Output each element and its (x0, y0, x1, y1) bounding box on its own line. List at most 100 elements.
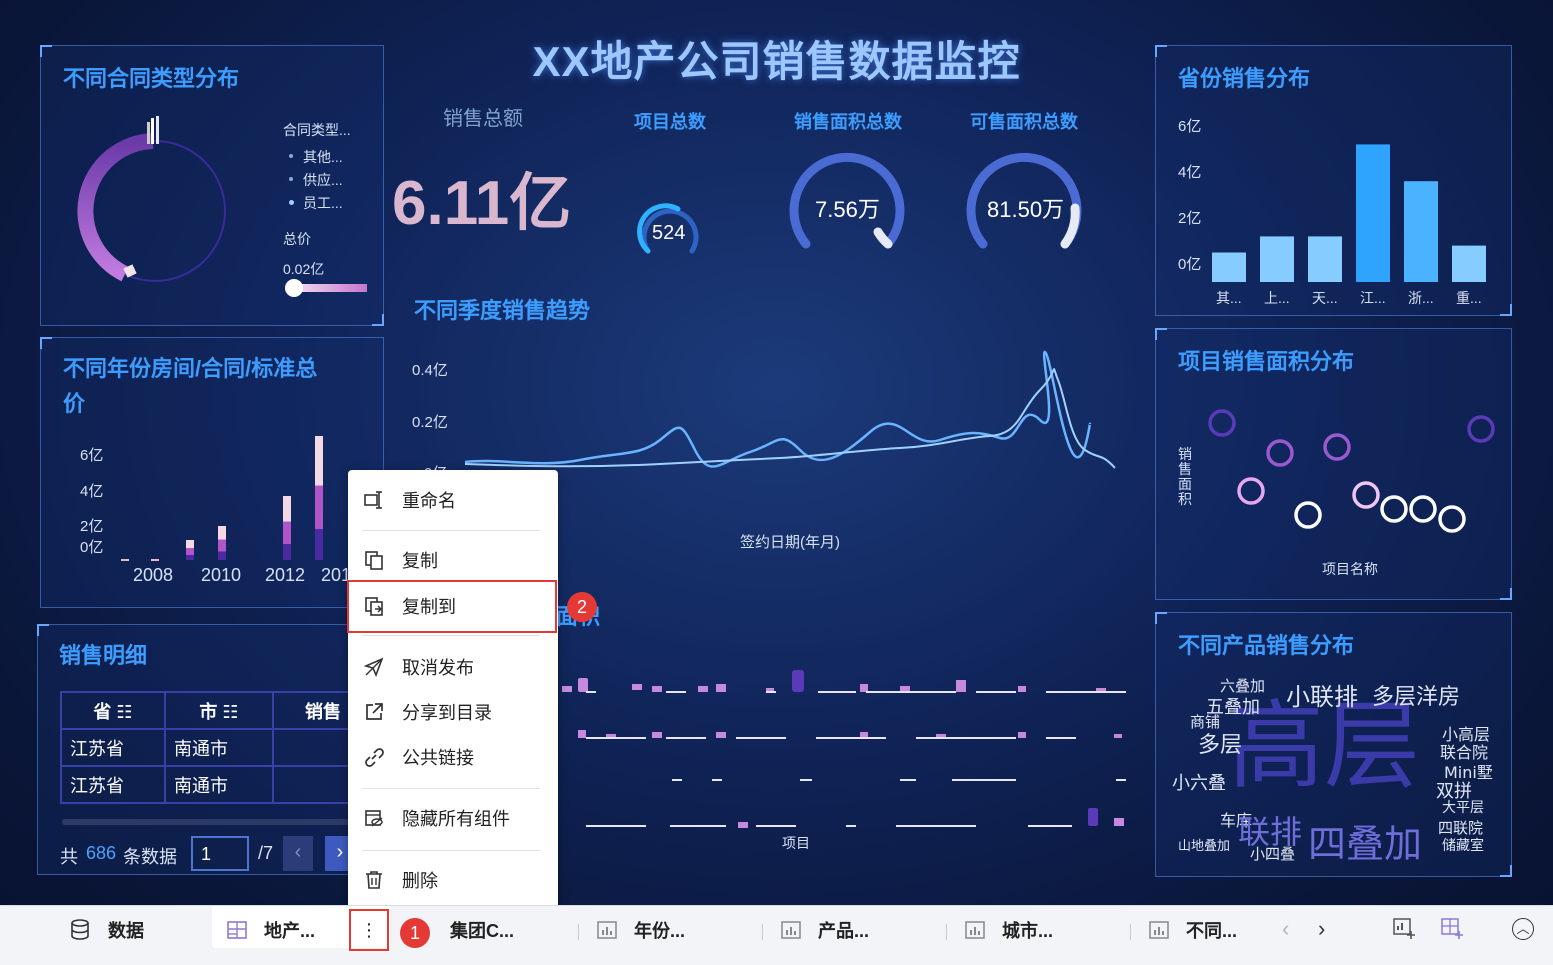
project-count-label: 项目总数 (634, 112, 706, 132)
column-header[interactable]: 省 ☷ (60, 691, 166, 730)
share-icon (362, 700, 386, 724)
legend-item[interactable]: 员工... (303, 193, 343, 213)
public-link-menu-item[interactable]: 公共链接 (348, 735, 558, 779)
x-tick: 2008 (133, 565, 174, 585)
footer-count: 686 (86, 843, 117, 863)
province-panel: 省份销售分布 6亿 4亿 2亿 0亿 其... 上... 天... 江... 浙... 重... (1155, 45, 1512, 316)
tab-group[interactable]: 集团C... (412, 906, 514, 954)
product-panel: 不同产品销售分布 高层 小联排 多层洋房 六叠加 五叠加 商铺 多层 小高层 联… (1155, 612, 1512, 877)
bottom-chart-xlabel: 项目 (782, 835, 810, 851)
word[interactable]: 储藏室 (1442, 835, 1484, 855)
y-tick: 0.2亿 (412, 414, 448, 431)
x-tick: 2010 (201, 565, 242, 585)
add-report-icon[interactable] (1392, 916, 1416, 945)
word[interactable]: 小联排 (1286, 677, 1358, 712)
word[interactable]: 多层 (1198, 727, 1242, 759)
page-input[interactable]: 1 (191, 836, 249, 871)
bar (121, 559, 129, 561)
dashboard-tab-active[interactable]: 地产... (226, 906, 315, 954)
bar-segment (315, 485, 323, 529)
share-to-directory-menu-item[interactable]: 分享到目录 (348, 690, 558, 734)
bar-segment (186, 540, 194, 548)
project-area-panel: 项目销售面积分布 销售面积 项目名称 (1155, 328, 1512, 600)
x-tick: 重... (1456, 290, 1482, 306)
tab-city[interactable]: 城市... (964, 906, 1053, 954)
scroll-right-icon[interactable]: › (1318, 916, 1325, 942)
y-tick: 4亿 (1178, 164, 1201, 181)
x-tick: 其... (1216, 290, 1242, 306)
bar-segment (283, 496, 291, 522)
legend-item[interactable]: 供应... (303, 170, 343, 190)
x-tick: 天... (1312, 290, 1338, 306)
project-area-xlabel: 项目名称 (1322, 561, 1378, 577)
project-count-value: 524 (652, 222, 686, 244)
table-row[interactable]: 江苏省 南通市 (60, 728, 374, 767)
tab-product[interactable]: 产品... (780, 906, 869, 954)
footer-suffix: 条数据 (123, 847, 177, 867)
footer-prefix: 共 (60, 847, 78, 867)
contract-type-panel: 不同合同类型分布 合同类型... 其他... 供应... 员工... 总价 0.… (40, 45, 384, 326)
word[interactable]: 山地叠加 (1178, 835, 1230, 854)
bar-segment (218, 551, 226, 560)
word[interactable]: 四叠加 (1308, 813, 1422, 868)
word[interactable]: 小六叠 (1172, 769, 1226, 795)
word[interactable]: 大平层 (1442, 797, 1484, 817)
table-row[interactable]: 江苏省 南通市 (60, 765, 374, 804)
scroll-left-icon[interactable]: ‹ (1282, 916, 1289, 942)
bar-segment (315, 529, 323, 560)
price-slider-handle[interactable] (285, 279, 303, 297)
word[interactable]: 小四叠 (1250, 843, 1295, 864)
slider-value: 0.02亿 (283, 261, 325, 277)
collapse-icon[interactable]: ︿ (1512, 918, 1534, 940)
unpublish-menu-item[interactable]: 取消发布 (348, 645, 558, 689)
bar-segment (283, 521, 291, 544)
trash-icon (362, 868, 386, 892)
province-bar-chart: 6亿 4亿 2亿 0亿其... 上... 天... 江... 浙... 重... (1178, 118, 1486, 306)
bar (1356, 144, 1390, 282)
sales-detail-panel: 销售明细 省 ☷ 市 ☷ 销售 江苏省 南通市 江苏省 南通市 共 686 条数据 … (37, 624, 384, 875)
column-header[interactable]: 市 ☷ (164, 691, 274, 730)
word[interactable]: 多层洋房 (1372, 679, 1460, 711)
menu-separator (362, 788, 540, 789)
word-cloud: 高层 小联排 多层洋房 六叠加 五叠加 商铺 多层 小高层 联合院 Mini墅 … (1156, 613, 1513, 878)
tab-divider (1130, 924, 1131, 940)
data-tab[interactable]: 数据 (70, 906, 144, 954)
hide-all-components-menu-item[interactable]: 隐藏所有组件 (348, 796, 558, 840)
legend-dot (289, 154, 293, 158)
bar (1212, 252, 1246, 282)
price-slider-track[interactable] (293, 284, 367, 292)
legend-dot (289, 177, 293, 181)
dashboard-icon (226, 919, 248, 941)
y-tick: 0亿 (1178, 256, 1201, 273)
bar-segment (283, 544, 291, 560)
rename-menu-item[interactable]: 重命名 (348, 478, 558, 522)
available-area-value: 81.50万 (987, 197, 1065, 222)
donut-chart (77, 116, 226, 282)
add-dashboard-icon[interactable] (1440, 916, 1464, 945)
copy-menu-item[interactable]: 复制 (348, 538, 558, 582)
bar (1260, 236, 1294, 282)
tab-year[interactable]: 年份... (596, 906, 685, 954)
tab-different[interactable]: 不同... (1148, 906, 1237, 954)
x-tick: 浙... (1408, 290, 1434, 306)
menu-separator (362, 635, 540, 636)
delete-menu-item[interactable]: 删除 (348, 858, 558, 902)
sales-detail-title: 销售明细 (59, 643, 148, 668)
sales-detail-table: 省 ☷ 市 ☷ 销售 江苏省 南通市 江苏省 南通市 (60, 691, 374, 804)
chart-icon (780, 919, 802, 941)
x-tick: 2012 (265, 565, 306, 585)
chart-icon (964, 919, 986, 941)
quarter-trend-chart (464, 350, 1116, 469)
quarter-xlabel: 签约日期(年月) (740, 534, 840, 551)
x-tick: 江... (1360, 290, 1386, 306)
quarter-trend-title: 不同季度销售趋势 (414, 298, 591, 323)
copy-icon (362, 548, 386, 572)
copy-to-highlight (347, 580, 557, 633)
sales-total-label: 销售总额 (443, 108, 523, 130)
tab-more-button[interactable]: ⋮ (349, 909, 389, 951)
table-scrollbar[interactable] (62, 819, 352, 825)
prev-page-button[interactable]: ‹ (283, 836, 313, 871)
legend-item[interactable]: 其他... (303, 147, 343, 167)
chart-icon (1148, 919, 1170, 941)
area-total-value: 7.56万 (815, 197, 880, 222)
